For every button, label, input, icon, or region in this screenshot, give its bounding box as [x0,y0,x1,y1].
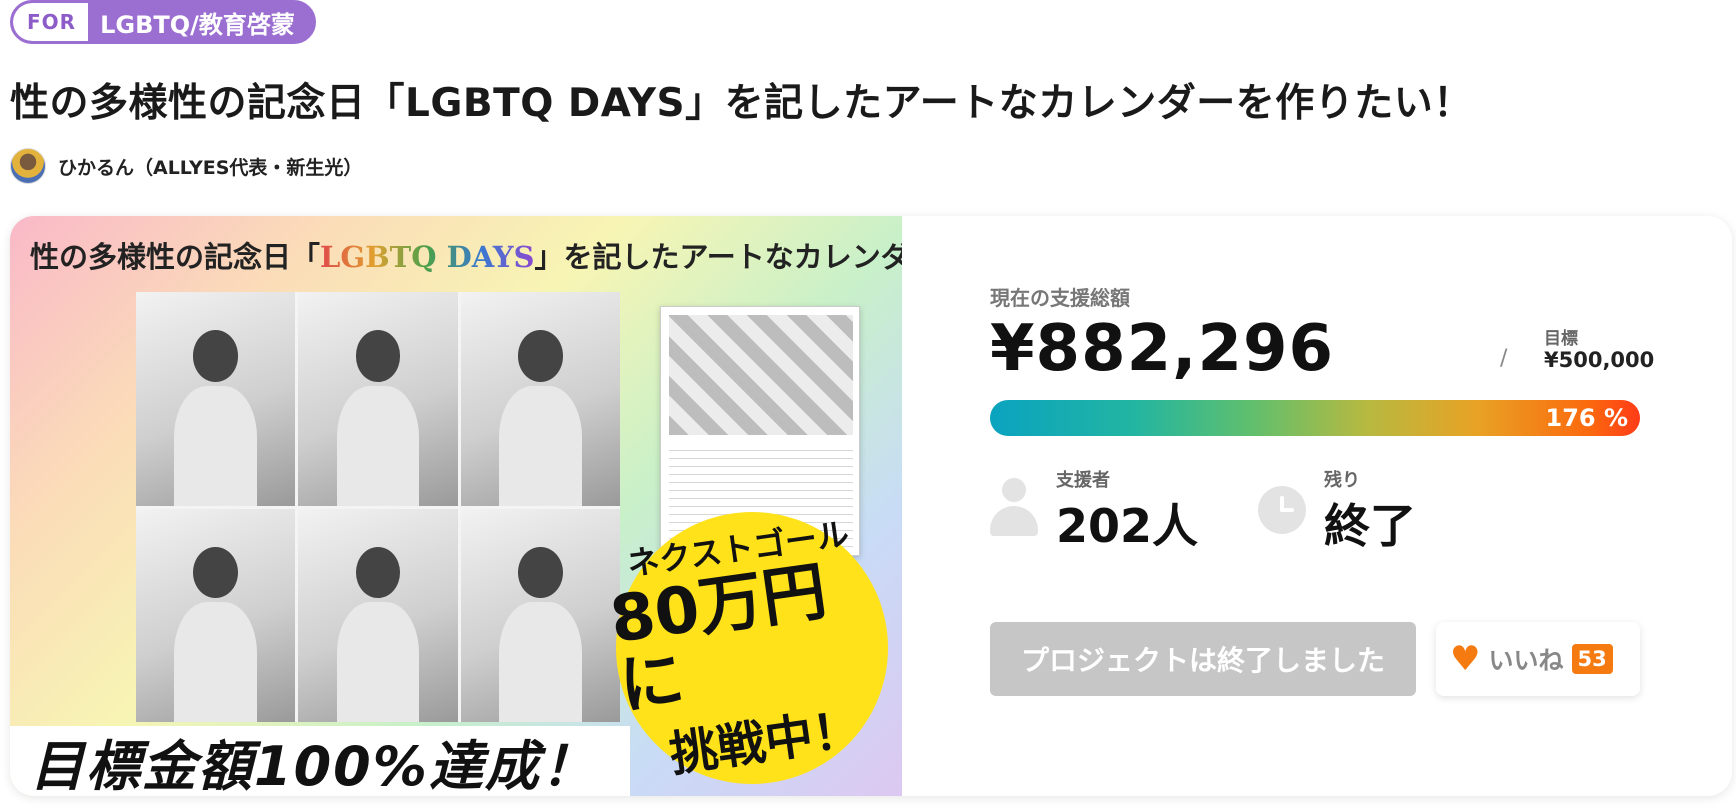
progress-bar: 176 % [990,400,1640,436]
amount-separator: / [1500,346,1508,371]
goal-label: 目標 [1544,329,1578,349]
tag-category: LGBTQ/教育啓蒙 [100,10,295,39]
person-icon [990,478,1038,536]
progress-percent: 176 % [1545,404,1629,432]
remaining-value: 終了 [1324,499,1416,553]
achievement-banner: 目標金額100%達成！ [10,726,630,796]
project-card: 性の多様性の記念日「LGBTQ DAYS」を記したアートなカレンダーを作りたい！… [10,216,1732,796]
heart-icon: ♥ [1450,639,1481,679]
photo [460,508,620,722]
supporters-stat: 支援者 202人 [990,452,1250,572]
hero-image: 性の多様性の記念日「LGBTQ DAYS」を記したアートなカレンダーを作りたい！… [10,216,902,796]
clock-icon [1258,478,1306,536]
project-title: 性の多様性の記念日「LGBTQ DAYS」を記したアートなカレンダーを作りたい！ [10,81,1473,126]
progress-fill [990,400,1640,436]
remaining-label: 残り [1324,470,1360,491]
hero-title-highlight: LGBTQ DAYS [320,240,535,274]
supporters-label: 支援者 [1056,470,1110,491]
author-name[interactable]: ひかるん（ALLYES代表・新生光） [58,153,362,180]
goal-amount: ¥500,000 [1544,348,1655,372]
hero-title-post: 」を記したアートなカレンダーを作りたい！ [534,240,902,274]
tag-for-label: FOR [13,3,89,41]
photo-grid [136,292,620,722]
remaining-stat: 残り 終了 [1258,452,1518,572]
author[interactable]: ひかるん（ALLYES代表・新生光） [10,148,362,184]
like-label: いいね [1488,646,1564,675]
current-amount: ¥882,296 [990,312,1335,386]
photo [460,292,620,506]
photo [298,508,458,722]
current-amount-label: 現在の支援総額 [990,286,1130,310]
photo [298,292,458,506]
photo [136,292,296,506]
avatar[interactable] [10,148,46,184]
like-button[interactable]: ♥ いいね 53 [1436,622,1640,696]
banner-text: 目標金額100%達成！ [30,734,597,797]
project-ended-button[interactable]: プロジェクトは終了しました [990,622,1416,696]
hero-title: 性の多様性の記念日「LGBTQ DAYS」を記したアートなカレンダーを作りたい！ [30,234,902,276]
funding-panel: 現在の支援総額 ¥882,296 / 目標 ¥500,000 176 % 支援者… [990,216,1670,796]
hero-title-pre: 性の多様性の記念日「 [30,240,321,274]
like-count: 53 [1571,644,1613,674]
calendar-collage [669,315,853,435]
photo [136,508,296,722]
supporters-value: 202人 [1056,499,1199,553]
category-tag[interactable]: FOR LGBTQ/教育啓蒙 [10,0,316,44]
